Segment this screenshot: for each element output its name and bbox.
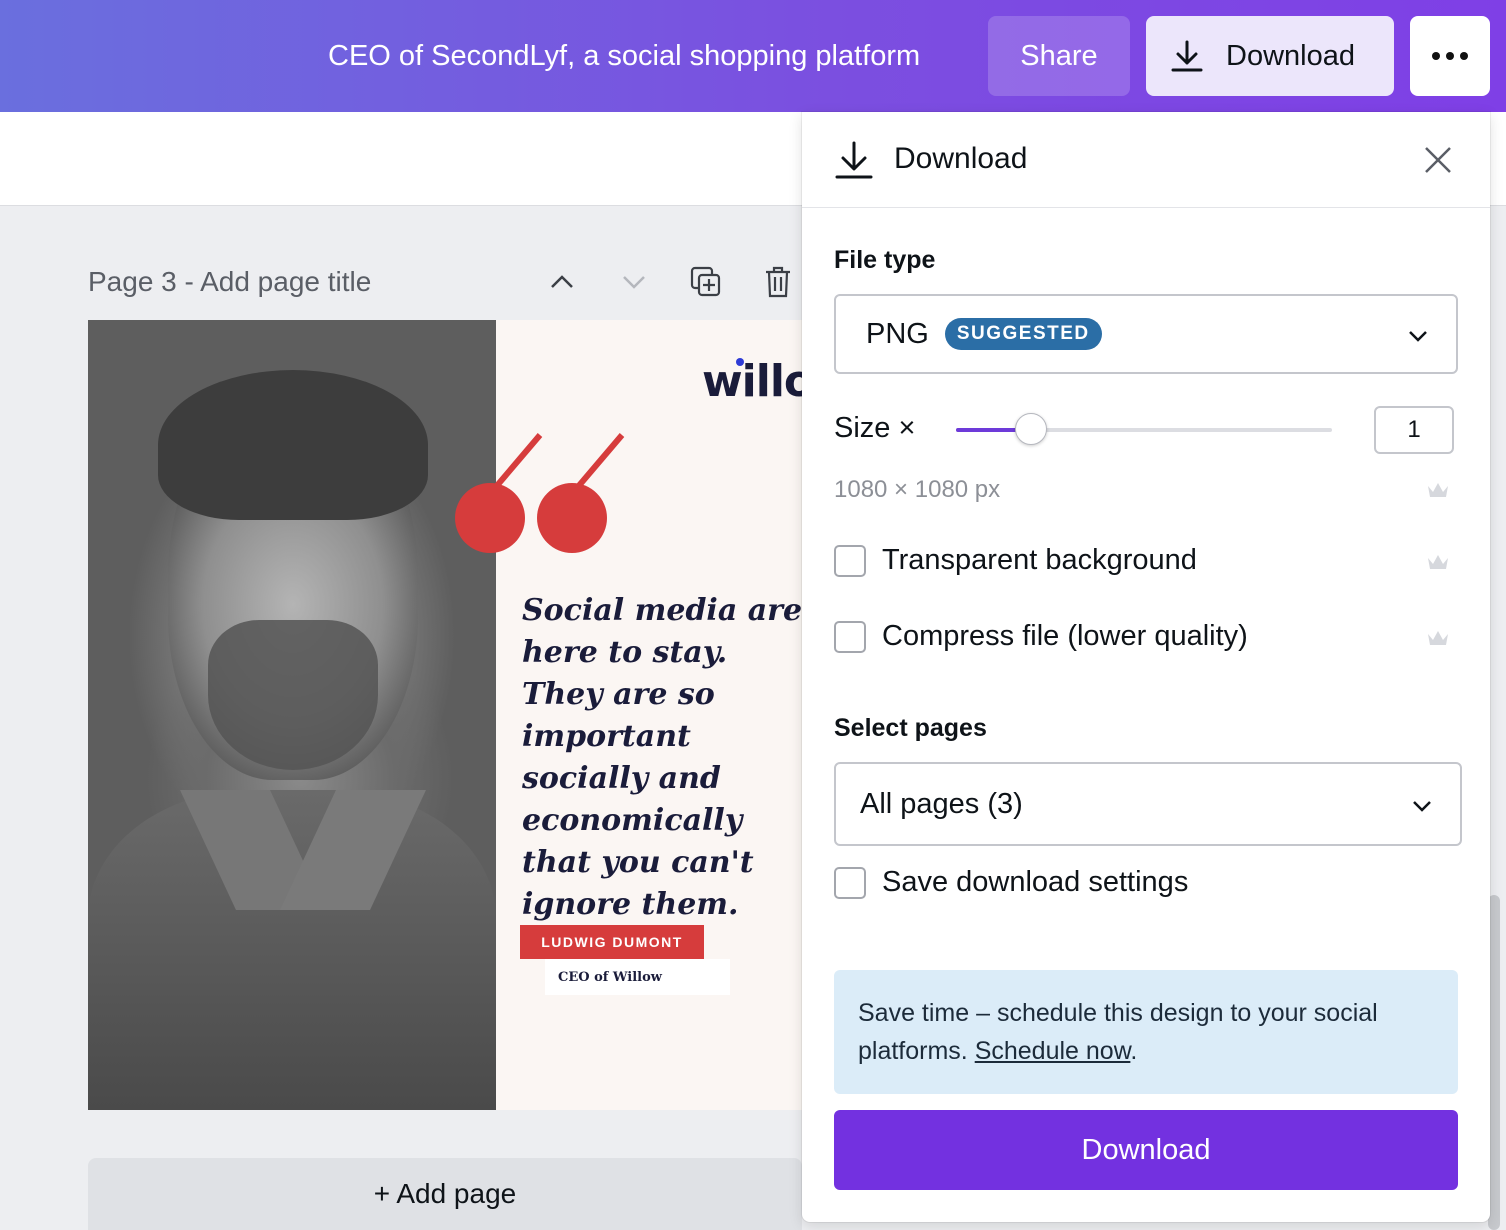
trash-icon xyxy=(766,266,790,298)
file-type-value: PNG xyxy=(866,317,929,350)
select-pages-value: All pages (3) xyxy=(860,787,1023,820)
chevron-down-icon xyxy=(1413,801,1431,812)
select-pages-dropdown[interactable]: All pages (3) xyxy=(834,762,1462,846)
person-role-tag[interactable]: CEO of Willow xyxy=(545,959,730,995)
transparent-background-checkbox[interactable] xyxy=(834,544,866,577)
chevron-down-icon xyxy=(1409,331,1427,342)
add-page-button[interactable]: + Add page xyxy=(88,1158,802,1230)
dimensions-text: 1080 × 1080 px xyxy=(834,476,1001,503)
close-icon[interactable] xyxy=(1422,144,1454,176)
size-slider-handle[interactable] xyxy=(1015,413,1048,445)
compress-file-checkbox[interactable] xyxy=(834,620,866,653)
more-options-button[interactable] xyxy=(1410,16,1490,96)
person-name-tag[interactable]: LUDWIG DUMONT xyxy=(520,925,704,959)
portrait-photo[interactable] xyxy=(88,320,496,1110)
delete-page-button[interactable] xyxy=(760,264,796,300)
share-button[interactable]: Share xyxy=(988,16,1130,96)
crown-icon xyxy=(1428,483,1448,497)
top-bar: CEO of SecondLyf, a social shopping plat… xyxy=(0,0,1506,112)
crown-icon xyxy=(1428,555,1448,569)
save-settings-label: Save download settings xyxy=(882,866,1189,898)
download-top-label: Download xyxy=(1226,39,1355,72)
move-page-down-button[interactable] xyxy=(616,264,652,300)
schedule-promo: Save time – schedule this design to your… xyxy=(834,970,1458,1094)
compress-file-label: Compress file (lower quality) xyxy=(882,620,1248,652)
chevron-up-icon xyxy=(551,275,573,288)
file-type-label: File type xyxy=(834,246,936,274)
select-pages-label: Select pages xyxy=(834,714,987,742)
quote-mark-icon[interactable] xyxy=(450,430,630,570)
schedule-now-link[interactable]: Schedule now xyxy=(975,1037,1131,1065)
page-title[interactable]: Page 3 - Add page title xyxy=(88,266,371,298)
design-canvas[interactable]: willow Social media are here to stay. Th… xyxy=(88,320,802,1110)
download-top-button[interactable]: Download xyxy=(1146,16,1394,96)
download-icon xyxy=(1171,40,1203,72)
size-slider[interactable] xyxy=(956,413,1332,445)
document-title[interactable]: CEO of SecondLyf, a social shopping plat… xyxy=(328,40,920,73)
chevron-down-icon xyxy=(623,276,645,289)
move-page-up-button[interactable] xyxy=(544,264,580,300)
duplicate-icon xyxy=(690,266,721,297)
save-settings-checkbox[interactable] xyxy=(834,866,866,899)
download-icon xyxy=(835,141,873,179)
file-type-select[interactable]: PNG SUGGESTED xyxy=(834,294,1458,374)
panel-title: Download xyxy=(894,142,1028,175)
transparent-background-option[interactable]: Transparent background xyxy=(834,544,1197,577)
transparent-background-label: Transparent background xyxy=(882,544,1197,576)
more-horizontal-icon xyxy=(1432,52,1440,60)
size-label: Size × xyxy=(834,412,916,444)
save-settings-option[interactable]: Save download settings xyxy=(834,866,1188,899)
suggested-badge: SUGGESTED xyxy=(944,318,1102,350)
duplicate-page-button[interactable] xyxy=(688,264,724,300)
panel-header: Download xyxy=(802,112,1490,208)
compress-file-option[interactable]: Compress file (lower quality) xyxy=(834,620,1248,653)
size-input[interactable]: 1 xyxy=(1374,406,1454,454)
brand-logo[interactable]: willow xyxy=(702,356,802,407)
download-button[interactable]: Download xyxy=(834,1110,1458,1190)
crown-icon xyxy=(1428,631,1448,645)
quote-text[interactable]: Social media are here to stay. They are … xyxy=(522,590,802,926)
download-panel: Download File type PNG SUGGESTED Size × … xyxy=(802,112,1490,1222)
